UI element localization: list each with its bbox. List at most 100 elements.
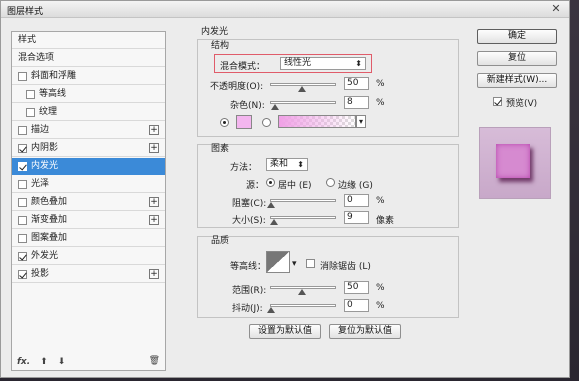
add-effect-icon[interactable]: + xyxy=(149,269,159,279)
trash-icon[interactable]: 🗑 xyxy=(149,356,160,366)
ok-button[interactable]: 确定 xyxy=(477,29,557,44)
style-list-item[interactable]: 内发光 xyxy=(12,158,165,175)
title-bar[interactable]: 图层样式 ✕ xyxy=(1,1,569,18)
style-checkbox[interactable] xyxy=(18,71,27,81)
quality-title: 品质 xyxy=(211,236,230,246)
jitter-input[interactable]: 0 xyxy=(344,299,369,312)
add-effect-icon[interactable]: + xyxy=(149,143,159,153)
add-effect-icon[interactable]: + xyxy=(149,215,159,225)
style-list-item[interactable]: 光泽 xyxy=(12,176,165,193)
style-list: 样式 混合选项 斜面和浮雕 等高线 纹理 描边 + 内阴影 + 内发光 光泽 颜色叠加 + 渐变叠加 + 图案… xyxy=(11,31,166,371)
add-effect-icon[interactable]: + xyxy=(149,125,159,135)
method-value: 柔和 xyxy=(270,159,289,169)
gradient-swatch[interactable] xyxy=(278,115,356,128)
style-checkbox[interactable] xyxy=(18,161,27,171)
style-list-item[interactable]: 渐变叠加 + xyxy=(12,212,165,229)
glow-color-swatch[interactable] xyxy=(236,115,252,129)
blend-mode-value: 线性光 xyxy=(284,58,312,68)
style-checkbox[interactable] xyxy=(18,197,27,207)
choke-slider[interactable] xyxy=(270,199,336,202)
elements-title: 图素 xyxy=(211,144,230,154)
size-slider[interactable] xyxy=(270,216,336,219)
style-list-label: 纹理 xyxy=(39,106,58,117)
style-checkbox[interactable] xyxy=(18,233,27,243)
style-list-item[interactable]: 投影 + xyxy=(12,266,165,283)
opacity-slider-thumb[interactable] xyxy=(298,86,306,92)
style-checkbox[interactable] xyxy=(18,143,27,153)
style-checkbox[interactable] xyxy=(18,215,27,225)
choke-input[interactable]: 0 xyxy=(344,194,369,207)
blend-mode-select[interactable]: 线性光 ⬍ xyxy=(280,57,366,70)
quality-group: 品质 等高线： ▾ 消除锯齿 (L) 范围(R): 50 % 抖动(J): 0 … xyxy=(197,236,459,318)
opacity-unit: % xyxy=(376,79,385,89)
style-checkbox[interactable] xyxy=(26,89,35,99)
move-down-icon[interactable]: ⬇ xyxy=(58,357,66,367)
antialias-checkbox[interactable] xyxy=(306,259,315,268)
size-input[interactable]: 9 xyxy=(344,211,369,224)
style-checkbox[interactable] xyxy=(26,107,35,117)
style-list-label: 内发光 xyxy=(31,160,59,171)
antialias-label: 消除锯齿 (L) xyxy=(320,262,371,272)
chevron-updown-icon: ⬍ xyxy=(297,160,304,169)
jitter-label: 抖动(J): xyxy=(232,304,263,314)
noise-slider-thumb[interactable] xyxy=(271,104,279,110)
chevron-updown-icon: ⬍ xyxy=(355,59,362,68)
preview-label: 预览(V) xyxy=(506,99,538,109)
opacity-label: 不透明度(O): xyxy=(210,82,264,92)
panel-heading: 内发光 xyxy=(201,27,229,37)
style-list-item[interactable]: 样式 xyxy=(12,32,165,49)
add-effect-icon[interactable]: + xyxy=(149,197,159,207)
style-list-item[interactable]: 纹理 xyxy=(12,104,165,121)
style-list-item[interactable]: 等高线 xyxy=(12,86,165,103)
choke-unit: % xyxy=(376,196,385,206)
style-list-item[interactable]: 外发光 xyxy=(12,248,165,265)
noise-input[interactable]: 8 xyxy=(344,96,369,109)
new-style-button[interactable]: 新建样式(W)... xyxy=(477,73,557,88)
fx-icon[interactable]: fx. xyxy=(17,357,30,367)
noise-label: 杂色(N): xyxy=(230,101,265,111)
style-list-item[interactable]: 图案叠加 xyxy=(12,230,165,247)
style-list-label: 混合选项 xyxy=(18,52,55,63)
source-edge-radio[interactable] xyxy=(326,178,335,187)
reset-button[interactable]: 复位 xyxy=(477,51,557,66)
source-edge-label: 边缘 (G) xyxy=(338,181,373,191)
noise-slider[interactable] xyxy=(270,101,336,104)
solid-color-radio[interactable] xyxy=(220,118,229,127)
style-checkbox[interactable] xyxy=(18,179,27,189)
source-label: 源： xyxy=(246,181,265,191)
gradient-dropdown-icon[interactable]: ▾ xyxy=(356,115,366,128)
close-icon[interactable]: ✕ xyxy=(547,2,565,16)
style-list-label: 样式 xyxy=(18,34,37,45)
style-checkbox[interactable] xyxy=(18,125,27,135)
structure-title: 结构 xyxy=(211,41,230,51)
contour-picker[interactable] xyxy=(266,251,290,273)
contour-dropdown-icon[interactable]: ▾ xyxy=(292,259,297,269)
set-default-button[interactable]: 设置为默认值 xyxy=(249,324,321,339)
size-unit: 像素 xyxy=(376,216,395,226)
style-list-item[interactable]: 颜色叠加 + xyxy=(12,194,165,211)
range-input[interactable]: 50 xyxy=(344,281,369,294)
style-list-item[interactable]: 内阴影 + xyxy=(12,140,165,157)
range-slider-thumb[interactable] xyxy=(298,289,306,295)
jitter-slider-thumb[interactable] xyxy=(267,307,275,313)
size-slider-thumb[interactable] xyxy=(270,219,278,225)
source-center-label: 居中 (E) xyxy=(278,181,312,191)
reset-default-button[interactable]: 复位为默认值 xyxy=(329,324,401,339)
move-up-icon[interactable]: ⬆ xyxy=(40,357,48,367)
style-list-label: 内阴影 xyxy=(31,142,59,153)
style-checkbox[interactable] xyxy=(18,251,27,261)
style-list-item[interactable]: 描边 + xyxy=(12,122,165,139)
jitter-slider[interactable] xyxy=(270,304,336,307)
opacity-input[interactable]: 50 xyxy=(344,77,369,90)
gradient-radio[interactable] xyxy=(262,118,271,127)
method-select[interactable]: 柔和 ⬍ xyxy=(266,158,308,171)
source-center-radio[interactable] xyxy=(266,178,275,187)
choke-slider-thumb[interactable] xyxy=(267,202,275,208)
style-list-item[interactable]: 斜面和浮雕 xyxy=(12,68,165,85)
style-checkbox[interactable] xyxy=(18,269,27,279)
preview-checkbox[interactable] xyxy=(493,97,502,106)
style-list-label: 颜色叠加 xyxy=(31,196,68,207)
choke-label: 阻塞(C): xyxy=(232,199,267,209)
window-title: 图层样式 xyxy=(7,7,44,17)
style-list-item[interactable]: 混合选项 xyxy=(12,50,165,67)
